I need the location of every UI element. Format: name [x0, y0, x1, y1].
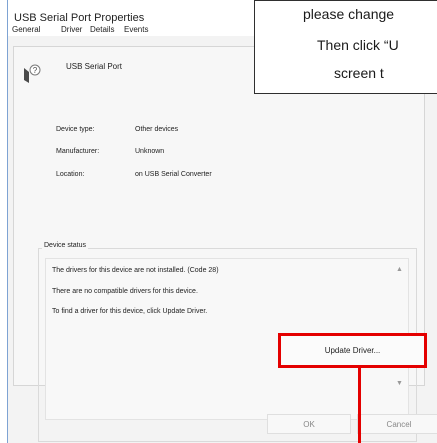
scroll-down-icon[interactable]: ▼: [396, 380, 403, 387]
update-driver-button[interactable]: Update Driver...: [278, 333, 427, 368]
status-line: To find a driver for this device, click …: [52, 308, 208, 315]
manufacturer-value: Unknown: [135, 148, 165, 155]
callout-line: please change: [303, 6, 395, 22]
callout-connector-line: [358, 368, 361, 443]
device-name: USB Serial Port: [66, 62, 123, 71]
instruction-callout: please change Then click “U screen t: [254, 0, 437, 94]
tab-details[interactable]: Details: [90, 25, 114, 34]
device-type-label: Device type:: [56, 126, 95, 133]
callout-line: Then click “U: [317, 37, 399, 53]
device-type-value: Other devices: [135, 126, 179, 133]
tab-driver[interactable]: Driver: [61, 25, 82, 34]
svg-text:?: ?: [33, 66, 38, 75]
location-value: on USB Serial Converter: [135, 171, 212, 178]
tab-general[interactable]: General: [12, 25, 40, 34]
device-icon: ?: [20, 62, 44, 86]
tab-events[interactable]: Events: [124, 25, 148, 34]
status-line: The drivers for this device are not inst…: [52, 267, 219, 274]
scroll-up-icon[interactable]: ▲: [396, 266, 403, 273]
manufacturer-label: Manufacturer:: [56, 148, 100, 155]
device-status-label: Device status: [42, 242, 89, 249]
cancel-button[interactable]: Cancel: [357, 414, 437, 434]
status-line: There are no compatible drivers for this…: [52, 288, 198, 295]
location-label: Location:: [56, 171, 85, 178]
ok-button[interactable]: OK: [267, 414, 351, 434]
callout-line: screen t: [334, 65, 384, 81]
usb-serial-port-icon: ?: [24, 64, 41, 83]
